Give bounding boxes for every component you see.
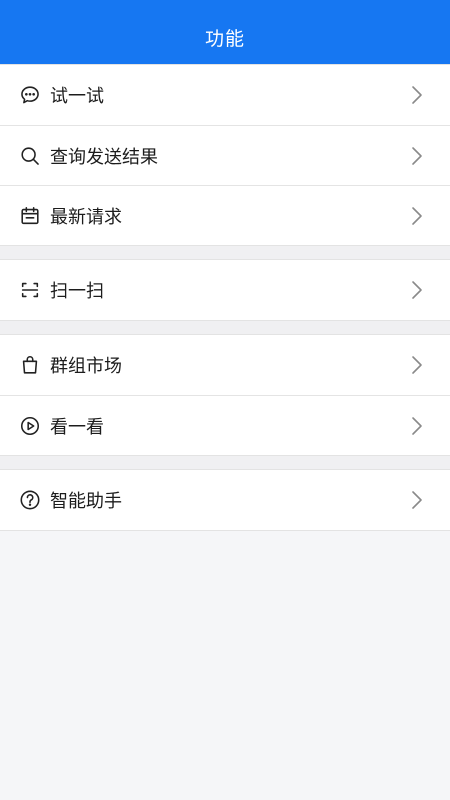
menu-item-latest-requests[interactable]: 最新请求 (0, 185, 450, 245)
page-header: 功能 (0, 10, 450, 64)
menu-item-label: 群组市场 (50, 356, 122, 377)
chat-bubble-icon (18, 83, 42, 107)
status-bar (0, 0, 450, 10)
menu-item-label: 最新请求 (50, 206, 122, 228)
menu-group-2: 扫一扫 (0, 259, 450, 321)
chevron-right-icon (410, 416, 424, 436)
menu-item-label: 智能助手 (50, 491, 122, 512)
menu-item-try[interactable]: 试一试 (0, 65, 450, 125)
menu-group-4: 智能助手 (0, 469, 450, 531)
chevron-right-icon (410, 85, 424, 105)
chevron-right-icon (410, 490, 424, 510)
menu-item-group-market[interactable]: 群组市场 (0, 335, 450, 395)
menu-group-1: 试一试 查询发送结果 最新请求 (0, 64, 450, 246)
question-circle-icon (18, 488, 42, 512)
menu-item-watch[interactable]: 看一看 (0, 395, 450, 455)
search-icon (18, 144, 42, 168)
chevron-right-icon (410, 280, 424, 300)
menu-item-label: 扫一扫 (50, 281, 104, 302)
chevron-right-icon (410, 355, 424, 375)
section-divider (0, 321, 450, 334)
section-divider (0, 456, 450, 469)
menu-group-3: 群组市场 看一看 (0, 334, 450, 456)
menu-item-scan[interactable]: 扫一扫 (0, 260, 450, 320)
menu-item-query-send-result[interactable]: 查询发送结果 (0, 125, 450, 185)
scan-icon (18, 278, 42, 302)
menu-item-smart-assistant[interactable]: 智能助手 (0, 470, 450, 530)
calendar-icon (18, 204, 42, 228)
play-circle-icon (18, 414, 42, 438)
chevron-right-icon (410, 206, 424, 226)
page-title: 功能 (204, 27, 245, 50)
menu-item-label: 试一试 (50, 86, 104, 107)
menu-item-label: 看一看 (50, 416, 104, 438)
chevron-right-icon (410, 146, 424, 166)
menu-item-label: 查询发送结果 (50, 146, 158, 168)
shopping-bag-icon (18, 353, 42, 377)
section-divider (0, 246, 450, 259)
